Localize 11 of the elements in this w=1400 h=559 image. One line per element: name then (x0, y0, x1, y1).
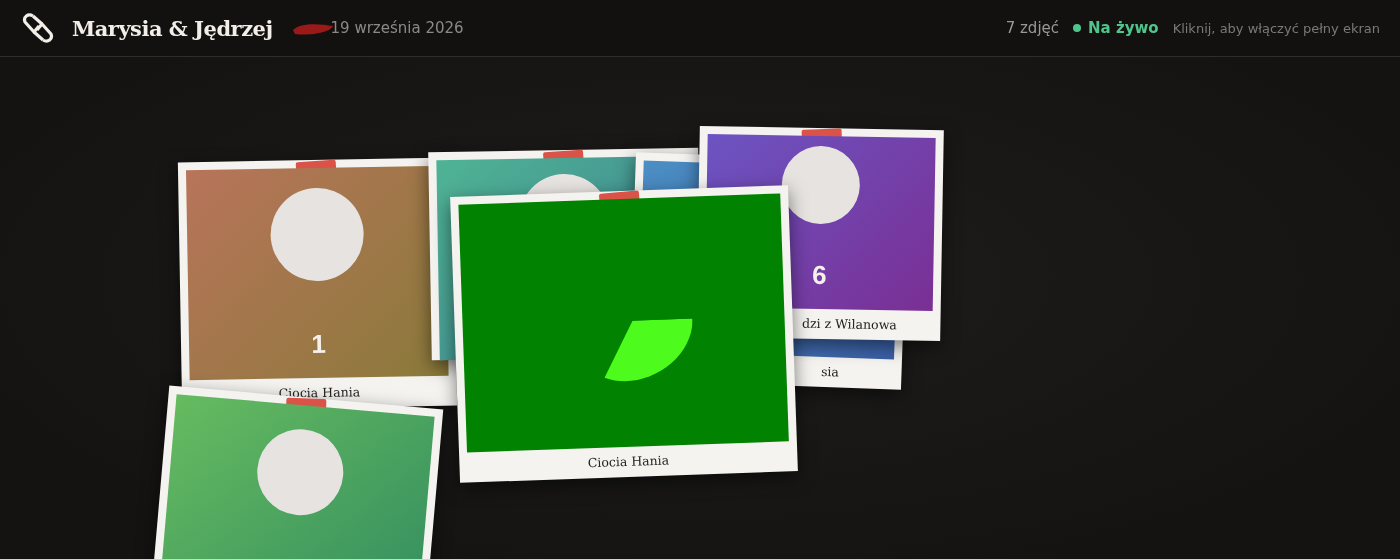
photo-number: 6 (811, 259, 827, 292)
photo-caption: sia (820, 363, 840, 380)
event-date: 19 września 2026 (330, 19, 464, 37)
photo-number: 1 (311, 328, 327, 361)
photo-caption: dzi z Wilanowa (801, 315, 897, 333)
photo-caption: Ciocia Hania (587, 452, 670, 471)
photo-count: 7 zdjęć (1005, 19, 1060, 37)
fullscreen-hint[interactable]: Kliknij, aby włączyć pełny ekran (1172, 20, 1380, 36)
live-status: Na żywo (1088, 19, 1159, 37)
couple-title: Marysia & Jędrzej (72, 15, 273, 41)
polaroid-card[interactable]: Ciocia Hania (450, 185, 798, 483)
